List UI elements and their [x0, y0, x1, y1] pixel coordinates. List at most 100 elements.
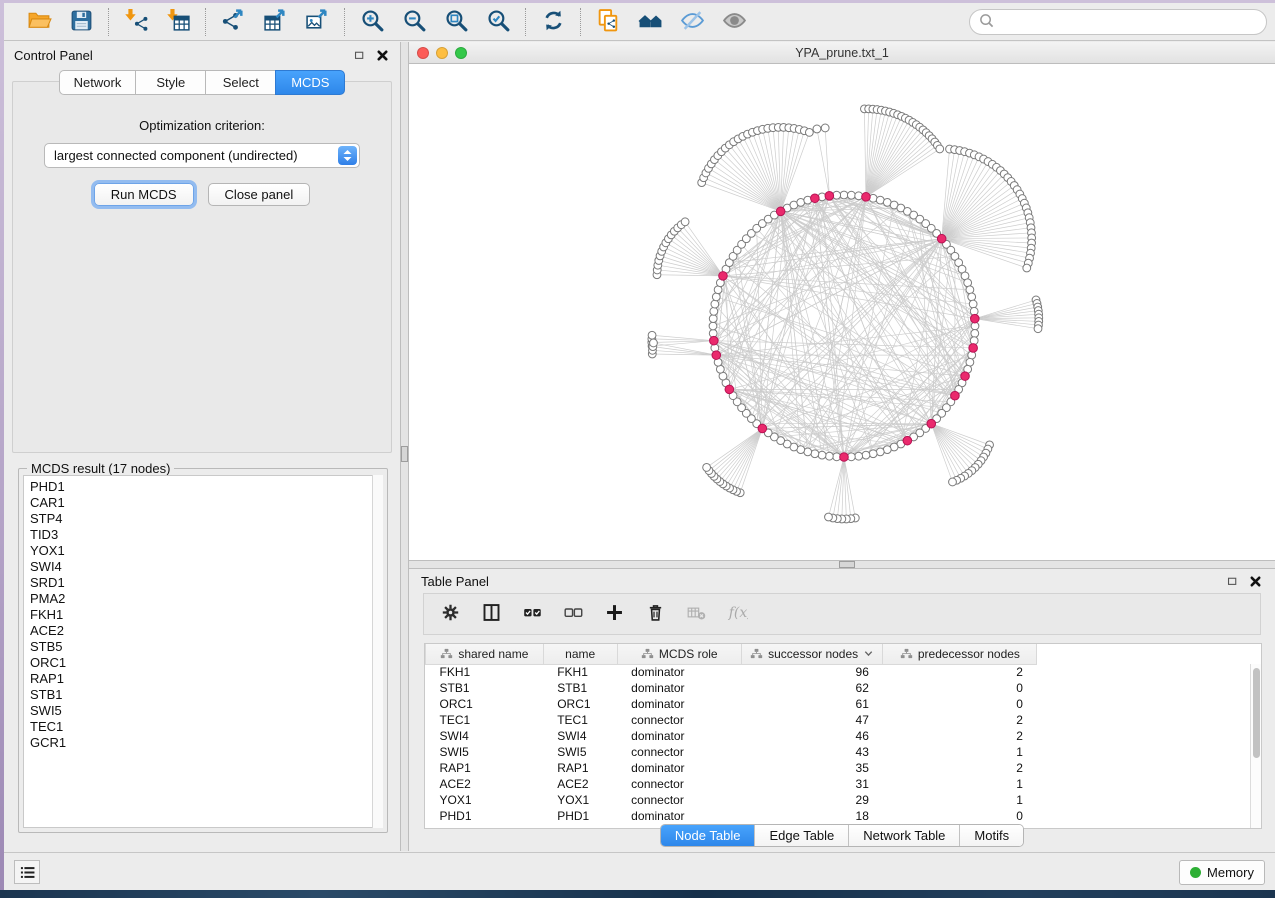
tab-mcds[interactable]: MCDS	[275, 70, 345, 95]
table-row[interactable]: RAP1RAP1dominator352	[426, 760, 1262, 776]
export-table-button[interactable]	[261, 8, 289, 36]
hide-selected-button[interactable]	[678, 8, 706, 36]
graph-node[interactable]	[869, 450, 877, 458]
graph-hub-node[interactable]	[811, 194, 820, 203]
graph-hub-node[interactable]	[927, 419, 936, 428]
table-row[interactable]: ORC1ORC1dominator610	[426, 696, 1262, 712]
mcds-result-item[interactable]: STB1	[30, 687, 382, 703]
mcds-result-item[interactable]: SWI5	[30, 703, 382, 719]
table-scrollbar[interactable]	[1250, 664, 1261, 828]
deselect-all-checkboxes-button[interactable]	[561, 602, 585, 626]
graph-node[interactable]	[825, 452, 833, 460]
table-cell[interactable]: SWI4	[426, 728, 544, 744]
table-cell[interactable]: 61	[741, 696, 883, 712]
graph-hub-node[interactable]	[776, 207, 785, 216]
float-panel-button[interactable]	[1225, 574, 1240, 589]
table-cell[interactable]: dominator	[617, 760, 741, 776]
first-neighbors-button[interactable]	[636, 8, 664, 36]
column-header-MCDS-role[interactable]: MCDS role	[617, 644, 741, 664]
memory-button[interactable]: Memory	[1179, 860, 1265, 885]
refresh-view-button[interactable]	[539, 8, 567, 36]
table-cell[interactable]: FKH1	[543, 664, 617, 680]
table-cell[interactable]: 35	[741, 760, 883, 776]
table-row[interactable]: SWI4SWI4dominator462	[426, 728, 1262, 744]
table-cell[interactable]: connector	[617, 792, 741, 808]
splitter-grip[interactable]	[839, 561, 855, 568]
graph-node[interactable]	[847, 191, 855, 199]
graph-node[interactable]	[709, 315, 717, 323]
mcds-result-list[interactable]: PHD1CAR1STP4TID3YOX1SWI4SRD1PMA2FKH1ACE2…	[23, 475, 383, 828]
tab-node-table[interactable]: Node Table	[661, 825, 756, 846]
graph-node[interactable]	[821, 124, 829, 132]
export-network-button[interactable]	[219, 8, 247, 36]
table-cell[interactable]: ACE2	[426, 776, 544, 792]
column-header-name[interactable]: name	[543, 644, 617, 664]
horizontal-splitter[interactable]	[409, 560, 1275, 569]
table-row[interactable]: PHD1PHD1dominator180	[426, 808, 1262, 824]
table-cell[interactable]: 2	[883, 712, 1037, 728]
table-options-gear-button[interactable]	[438, 602, 462, 626]
graph-node[interactable]	[825, 513, 833, 521]
graph-hub-node[interactable]	[758, 424, 767, 433]
graph-node[interactable]	[709, 322, 717, 330]
table-cell[interactable]: ORC1	[543, 696, 617, 712]
table-cell[interactable]: 0	[883, 696, 1037, 712]
graph-node[interactable]	[648, 331, 656, 339]
graph-node[interactable]	[936, 145, 944, 153]
toggle-column-panel-button[interactable]	[479, 602, 503, 626]
graph-node[interactable]	[805, 129, 813, 137]
table-cell[interactable]: YOX1	[543, 792, 617, 808]
splitter-grip[interactable]	[401, 446, 408, 462]
mcds-result-item[interactable]: ORC1	[30, 655, 382, 671]
table-row[interactable]: TEC1TEC1connector472	[426, 712, 1262, 728]
table-cell[interactable]: 0	[883, 680, 1037, 696]
float-panel-button[interactable]	[352, 48, 367, 63]
graph-hub-node[interactable]	[725, 385, 734, 394]
mcds-list-scrollbar[interactable]	[372, 475, 383, 828]
graph-hub-node[interactable]	[719, 272, 728, 281]
graph-hub-node[interactable]	[951, 391, 960, 400]
open-file-button[interactable]	[25, 8, 53, 36]
graph-node[interactable]	[862, 451, 870, 459]
mcds-result-item[interactable]: RAP1	[30, 671, 382, 687]
table-cell[interactable]: ORC1	[426, 696, 544, 712]
mcds-result-item[interactable]: STB5	[30, 639, 382, 655]
table-cell[interactable]: 1	[883, 792, 1037, 808]
mcds-result-item[interactable]: CAR1	[30, 495, 382, 511]
table-cell[interactable]: dominator	[617, 728, 741, 744]
graph-node[interactable]	[855, 452, 863, 460]
table-cell[interactable]: 46	[741, 728, 883, 744]
search-input[interactable]	[1000, 14, 1257, 29]
zoom-in-button[interactable]	[358, 8, 386, 36]
table-cell[interactable]: SWI5	[426, 744, 544, 760]
create-column-button[interactable]	[602, 602, 626, 626]
graph-node[interactable]	[840, 191, 848, 199]
import-table-button[interactable]	[164, 8, 192, 36]
run-mcds-button[interactable]: Run MCDS	[94, 183, 194, 206]
graph-node[interactable]	[710, 307, 718, 315]
graph-hub-node[interactable]	[710, 336, 719, 345]
duplicate-network-button[interactable]	[594, 8, 622, 36]
zoom-out-button[interactable]	[400, 8, 428, 36]
column-header-shared-name[interactable]: shared name	[426, 644, 544, 664]
graph-hub-node[interactable]	[961, 372, 970, 381]
table-cell[interactable]: 96	[741, 664, 883, 680]
table-row[interactable]: STB1STB1dominator620	[426, 680, 1262, 696]
table-cell[interactable]: RAP1	[426, 760, 544, 776]
graph-hub-node[interactable]	[937, 234, 946, 243]
table-cell[interactable]: 1	[883, 776, 1037, 792]
graph-hub-node[interactable]	[903, 436, 912, 445]
show-all-button[interactable]	[720, 8, 748, 36]
table-cell[interactable]: connector	[617, 776, 741, 792]
network-canvas[interactable]	[409, 64, 1275, 560]
close-panel-button[interactable]	[375, 48, 390, 63]
mcds-result-item[interactable]: STP4	[30, 511, 382, 527]
table-cell[interactable]: TEC1	[543, 712, 617, 728]
table-cell[interactable]: connector	[617, 744, 741, 760]
mcds-result-item[interactable]: YOX1	[30, 543, 382, 559]
table-cell[interactable]: SWI4	[543, 728, 617, 744]
close-panel-button[interactable]	[1248, 574, 1263, 589]
mcds-result-item[interactable]: TID3	[30, 527, 382, 543]
graph-node[interactable]	[969, 300, 977, 308]
graph-node[interactable]	[711, 300, 719, 308]
